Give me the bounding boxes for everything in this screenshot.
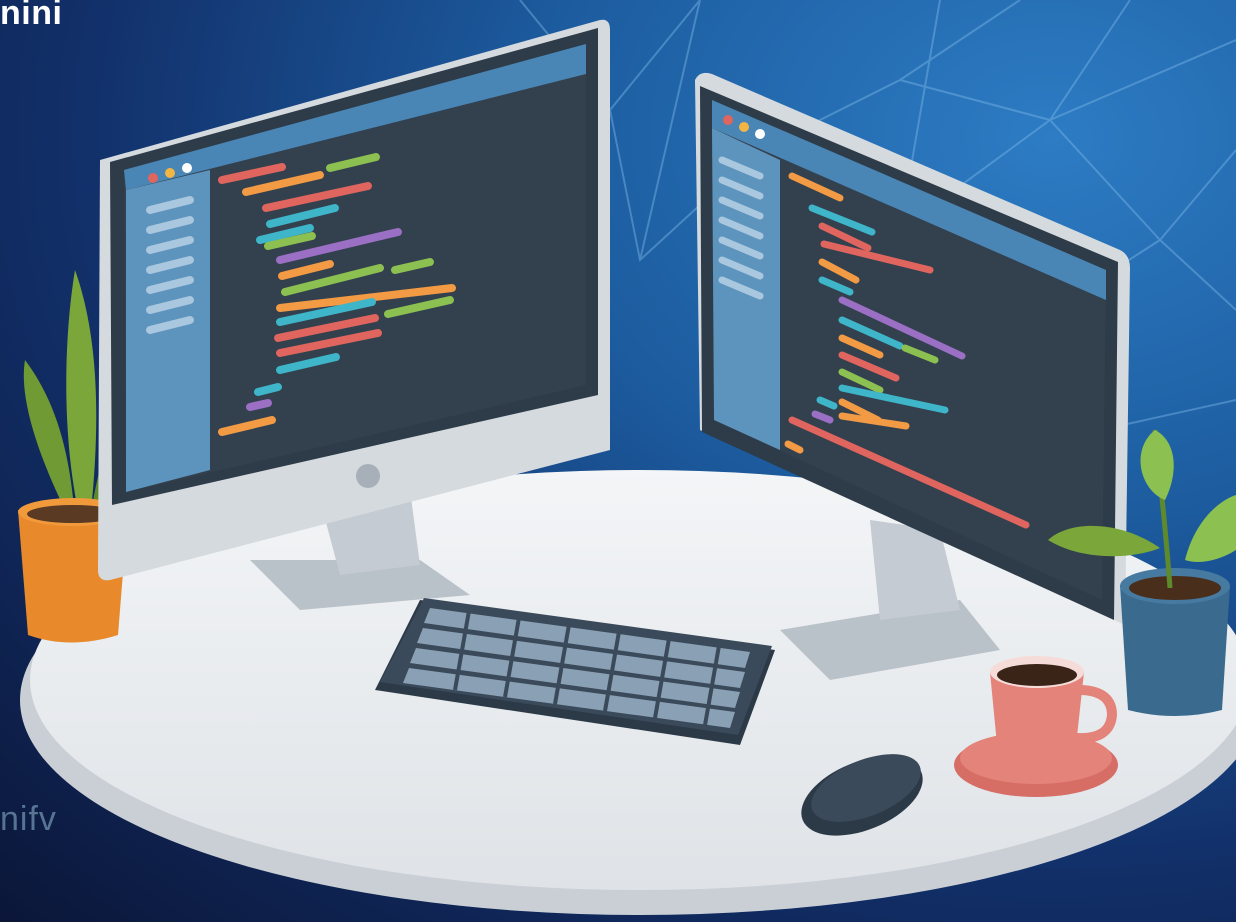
watermark-text: nifv: [0, 800, 57, 838]
workspace-illustration: [18, 0, 1236, 915]
corner-text: nini: [0, 0, 63, 32]
